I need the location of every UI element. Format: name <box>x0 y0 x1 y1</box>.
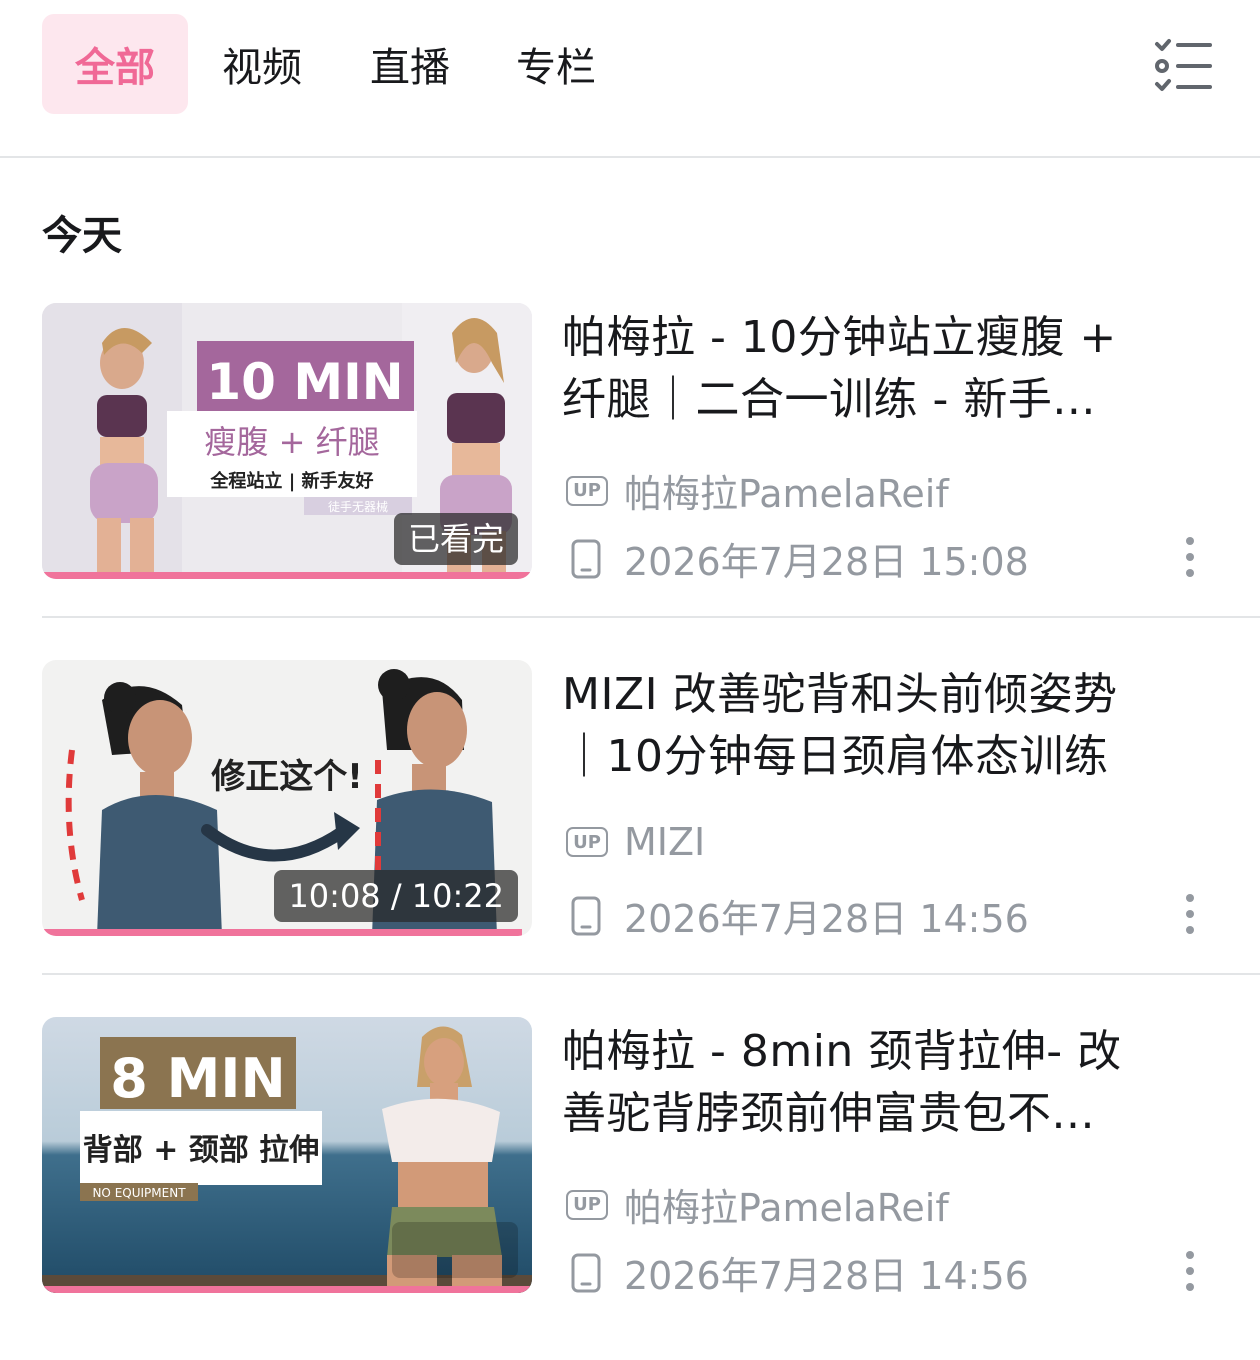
watch-time-row: 2026年7月28日 14:56 <box>570 888 1029 943</box>
checklist-menu-icon[interactable] <box>1152 38 1214 94</box>
tab-bar: 全部 视频 直播 专栏 <box>0 0 1260 158</box>
thumb-headline: 8 MIN <box>110 1047 285 1110</box>
video-thumbnail[interactable]: 10 MIN 瘦腹 + 纤腿 全程站立 | 新手友好 徒手无器械 已看完 <box>42 303 532 579</box>
up-badge-icon: UP <box>566 475 608 506</box>
watch-progress-bar <box>42 1286 532 1293</box>
item-divider <box>42 616 1260 618</box>
uploader-row[interactable]: UP 帕梅拉PamelaReif <box>566 463 949 518</box>
video-thumbnail[interactable]: 修正这个! 10:08 / 10:22 <box>42 660 532 936</box>
history-item[interactable]: 修正这个! 10:08 / 10:22 MIZI 改善驼背和头前倾姿势｜10分钟… <box>0 660 1260 960</box>
item-divider <box>42 973 1260 975</box>
video-thumbnail[interactable]: 8 MIN 背部 + 颈部 拉伸 NO EQUIPMENT <box>42 1017 532 1293</box>
watch-status-badge: 已看完 <box>393 513 518 565</box>
phone-icon <box>571 539 601 578</box>
thumb-headline: 10 MIN <box>206 353 403 411</box>
phone-icon <box>571 1253 601 1292</box>
watch-progress-bar <box>42 572 532 579</box>
more-options-icon[interactable] <box>1174 533 1206 581</box>
video-title[interactable]: 帕梅拉 - 10分钟站立瘦腹 + 纤腿｜二合一训练 - 新手... <box>562 307 1162 431</box>
thumb-caption: 全程站立 | 新手友好 <box>209 470 373 492</box>
watch-progress-bar <box>42 929 523 936</box>
tab-column[interactable]: 专栏 <box>500 14 612 114</box>
up-badge-icon: UP <box>566 827 608 857</box>
thumb-subtitle: 瘦腹 + 纤腿 <box>204 423 379 461</box>
thumbnail-image: 8 MIN 背部 + 颈部 拉伸 NO EQUIPMENT <box>42 1017 532 1293</box>
up-badge-icon: UP <box>566 1189 608 1220</box>
watch-time: 2026年7月28日 15:08 <box>624 540 1029 584</box>
more-options-icon[interactable] <box>1174 1247 1206 1295</box>
uploader-name: 帕梅拉PamelaReif <box>624 472 949 516</box>
uploader-name: MIZI <box>624 820 706 864</box>
tab-live[interactable]: 直播 <box>354 14 466 114</box>
tab-video[interactable]: 视频 <box>206 14 318 114</box>
thumb-headline: 修正这个! <box>210 757 363 797</box>
watch-time-row: 2026年7月28日 14:56 <box>570 1245 1029 1300</box>
uploader-name: 帕梅拉PamelaReif <box>624 1186 949 1230</box>
watch-progress-time: 10:08 / 10:22 <box>274 870 518 922</box>
uploader-row[interactable]: UP 帕梅拉PamelaReif <box>566 1177 949 1232</box>
more-options-icon[interactable] <box>1174 890 1206 938</box>
thumb-subtitle: 背部 + 颈部 拉伸 <box>83 1133 319 1168</box>
history-item[interactable]: 8 MIN 背部 + 颈部 拉伸 NO EQUIPMENT 帕梅拉 - 8min… <box>0 1017 1260 1317</box>
section-title-today: 今天 <box>42 213 122 259</box>
tab-divider <box>0 156 1260 158</box>
uploader-row[interactable]: UP MIZI <box>566 820 705 864</box>
watch-time: 2026年7月28日 14:56 <box>624 1254 1029 1298</box>
watch-time-row: 2026年7月28日 15:08 <box>570 531 1029 586</box>
watch-time: 2026年7月28日 14:56 <box>624 897 1029 941</box>
thumb-tag: 徒手无器械 <box>328 499 388 514</box>
video-title[interactable]: MIZI 改善驼背和头前倾姿势｜10分钟每日颈肩体态训练 <box>562 664 1162 788</box>
video-title[interactable]: 帕梅拉 - 8min 颈背拉伸- 改善驼背脖颈前伸富贵包不... <box>562 1021 1162 1145</box>
thumb-tag: NO EQUIPMENT <box>92 1186 186 1200</box>
history-item[interactable]: 10 MIN 瘦腹 + 纤腿 全程站立 | 新手友好 徒手无器械 已看完 帕梅拉… <box>0 303 1260 603</box>
tab-all[interactable]: 全部 <box>42 14 188 114</box>
phone-icon <box>571 896 601 935</box>
